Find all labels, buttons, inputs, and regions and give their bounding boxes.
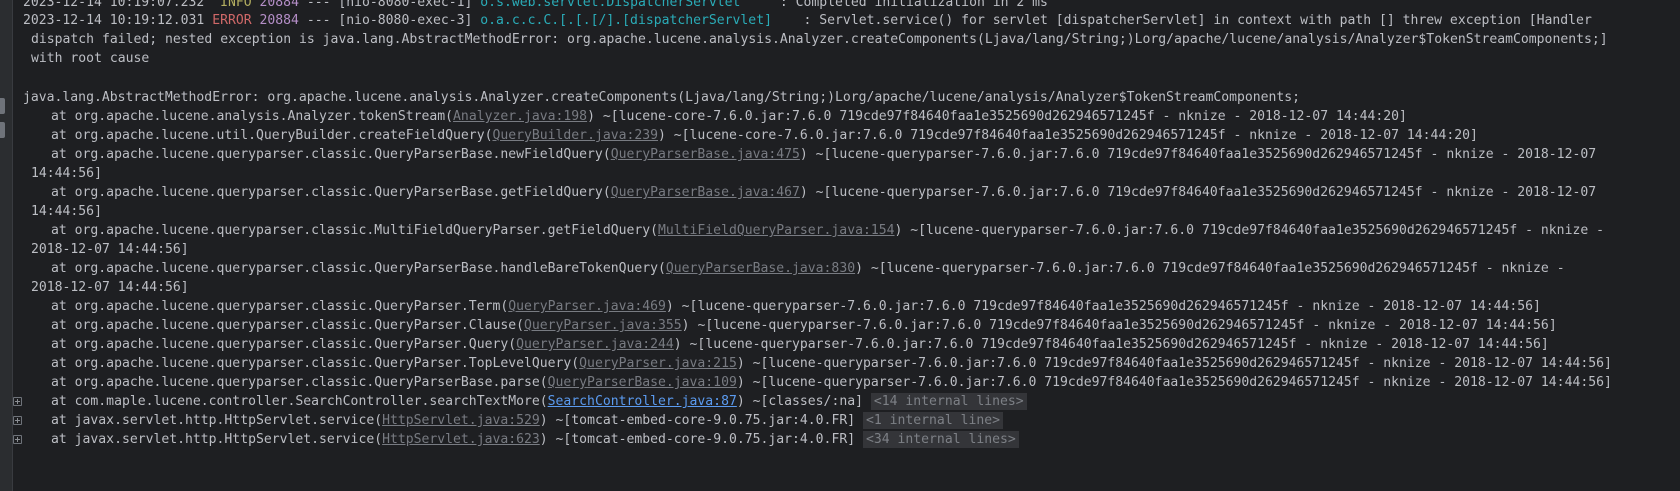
stack-frame: at org.apache.lucene.util.QueryBuilder.c… [51,126,1478,146]
frame-library: ) ~[lucene-queryparser-7.6.0.jar:7.6.0 7… [799,185,1597,200]
stack-frame: at org.apache.lucene.queryparser.classic… [51,316,1557,336]
log-line-error: 2023-12-14 10:19:12.031 ERROR 20884 --- … [23,11,1592,31]
frame-method: at org.apache.lucene.queryparser.classic… [51,223,658,238]
frame-method: at org.apache.lucene.queryparser.classic… [51,337,517,352]
stack-frame: at org.apache.lucene.queryparser.classic… [51,259,1565,279]
source-link[interactable]: Analyzer.java:198 [453,109,587,124]
source-link[interactable]: QueryParserBase.java:830 [666,261,855,276]
source-link[interactable]: QueryParser.java:215 [579,356,737,371]
stack-frame: at org.apache.lucene.queryparser.classic… [51,335,1549,355]
stack-frame-wrap: 14:44:56] [31,204,102,219]
log-message-wrap: with root cause [31,51,150,66]
stack-frame: at org.apache.lucene.queryparser.classic… [51,221,1604,241]
stack-frame-folded: at javax.servlet.http.HttpServlet.servic… [51,430,1019,450]
frame-method: at org.apache.lucene.queryparser.classic… [51,185,611,200]
internal-lines-badge[interactable]: <1 internal line> [862,412,1003,429]
frame-library: ) ~[lucene-queryparser-7.6.0.jar:7.6.0 7… [681,318,1557,333]
console-side-rail [0,0,6,491]
log-timestamp: 2023-12-14 10:19:12.031 [23,13,205,28]
run-console-output[interactable]: 2023-12-14 10:19:07.232 INFO 20884 --- [… [12,0,1680,491]
frame-method: at javax.servlet.http.HttpServlet.servic… [51,432,383,447]
stack-frame-folded: at javax.servlet.http.HttpServlet.servic… [51,411,1003,431]
frame-method: at org.apache.lucene.queryparser.classic… [51,318,524,333]
log-timestamp: 2023-12-14 10:19:07.232 [23,0,205,10]
log-separator: --- [306,0,331,10]
stack-frame-wrap: 14:44:56] [31,166,102,181]
source-link[interactable]: SearchController.java:87 [548,394,737,409]
frame-method: at org.apache.lucene.queryparser.classic… [51,299,509,314]
frame-method: at com.maple.lucene.controller.SearchCon… [51,394,548,409]
log-thread: [nio-8080-exec-3] [338,13,473,28]
log-pid: 20884 [259,0,299,10]
expand-fold-icon[interactable] [13,435,22,444]
log-logger: o.a.c.c.C.[.[.[/].[dispatcherServlet] [480,13,772,28]
log-level-info: INFO [220,0,252,10]
source-link[interactable]: MultiFieldQueryParser.java:154 [658,223,895,238]
stack-frame: at org.apache.lucene.analysis.Analyzer.t… [51,107,1407,127]
source-link[interactable]: QueryBuilder.java:239 [492,128,658,143]
source-link[interactable]: QueryParser.java:469 [508,299,666,314]
source-link[interactable]: HttpServlet.java:529 [382,413,540,428]
frame-method: at org.apache.lucene.util.QueryBuilder.c… [51,128,493,143]
expand-fold-icon[interactable] [13,416,22,425]
frame-library: ) ~[lucene-queryparser-7.6.0.jar:7.6.0 7… [673,337,1549,352]
frame-library: ) ~[lucene-queryparser-7.6.0.jar:7.6.0 7… [855,261,1565,276]
frame-library: ) ~[lucene-queryparser-7.6.0.jar:7.6.0 7… [736,356,1612,371]
log-level-error: ERROR [212,13,252,28]
stack-frame: at org.apache.lucene.queryparser.classic… [51,297,1541,317]
frame-library: ) ~[lucene-queryparser-7.6.0.jar:7.6.0 7… [665,299,1541,314]
frame-library: ) ~[lucene-core-7.6.0.jar:7.6.0 719cde97… [587,109,1407,124]
frame-library: ) ~[lucene-core-7.6.0.jar:7.6.0 719cde97… [658,128,1478,143]
stack-frame: at org.apache.lucene.queryparser.classic… [51,373,1612,393]
internal-lines-badge[interactable]: <14 internal lines> [870,393,1027,410]
exception-line: java.lang.AbstractMethodError: org.apach… [23,90,1301,105]
frame-method: at org.apache.lucene.analysis.Analyzer.t… [51,109,454,124]
frame-method: at org.apache.lucene.queryparser.classic… [51,147,611,162]
source-link[interactable]: QueryParser.java:355 [524,318,682,333]
frame-method: at org.apache.lucene.queryparser.classic… [51,261,666,276]
log-logger: o.s.web.servlet.DispatcherServlet [480,0,741,10]
log-separator: --- [306,13,331,28]
frame-method: at javax.servlet.http.HttpServlet.servic… [51,413,383,428]
rail-scroll-icon[interactable] [0,98,5,114]
stack-frame-wrap: 2018-12-07 14:44:56] [31,280,189,295]
source-link[interactable]: QueryParserBase.java:467 [611,185,800,200]
log-thread: [nio-8080-exec-1] [338,0,473,10]
log-message: : Completed initialization in 2 ms [779,0,1048,10]
log-message: : Servlet.service() for servlet [dispatc… [803,13,1592,28]
source-link[interactable]: HttpServlet.java:623 [382,432,540,447]
log-pid: 20884 [259,13,299,28]
frame-method: at org.apache.lucene.queryparser.classic… [51,356,580,371]
frame-library: ) ~[lucene-queryparser-7.6.0.jar:7.6.0 7… [736,375,1612,390]
stack-frame: at org.apache.lucene.queryparser.classic… [51,354,1612,374]
frame-library: ) ~[tomcat-embed-core-9.0.75.jar:4.0.FR] [539,432,856,447]
frame-library: ) ~[lucene-queryparser-7.6.0.jar:7.6.0 7… [799,147,1597,162]
rail-wrap-icon[interactable] [0,122,5,138]
stack-frame-wrap: 2018-12-07 14:44:56] [31,242,189,257]
source-link[interactable]: QueryParserBase.java:109 [548,375,737,390]
source-link[interactable]: QueryParserBase.java:475 [611,147,800,162]
frame-library: ) ~[lucene-queryparser-7.6.0.jar:7.6.0 7… [894,223,1604,238]
internal-lines-badge[interactable]: <34 internal lines> [862,431,1019,448]
frame-library: ) ~[tomcat-embed-core-9.0.75.jar:4.0.FR] [539,413,856,428]
log-message-wrap: dispatch failed; nested exception is jav… [31,32,1608,47]
frame-library: ) ~[classes/:na] [736,394,863,409]
source-link[interactable]: QueryParser.java:244 [516,337,674,352]
stack-frame-folded: at com.maple.lucene.controller.SearchCon… [51,392,1027,412]
stack-frame: at org.apache.lucene.queryparser.classic… [51,145,1596,165]
frame-method: at org.apache.lucene.queryparser.classic… [51,375,548,390]
expand-fold-icon[interactable] [13,397,22,406]
stack-frame: at org.apache.lucene.queryparser.classic… [51,183,1596,203]
